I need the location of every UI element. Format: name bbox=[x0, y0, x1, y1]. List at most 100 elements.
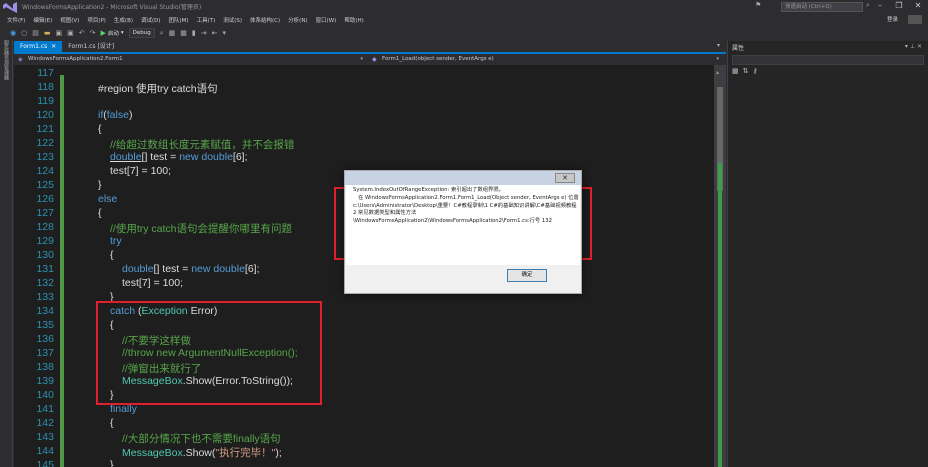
dialog-titlebar[interactable]: ✕ bbox=[345, 171, 581, 185]
undo-icon[interactable]: ↶ bbox=[79, 29, 85, 37]
sign-in-link[interactable]: 登录 bbox=[887, 15, 898, 23]
class-combo-value: WindowsFormsApplication2.Form1 bbox=[28, 56, 123, 62]
properties-title: 属性 bbox=[732, 45, 745, 52]
line-number: 140 bbox=[36, 389, 54, 401]
code-line[interactable]: 144 MessageBox.Show("执行完毕！"); bbox=[14, 445, 714, 459]
forward-icon[interactable]: ○ bbox=[21, 29, 27, 37]
uncomment-icon[interactable]: ▦ bbox=[180, 29, 187, 37]
menu-view[interactable]: 视图(V) bbox=[56, 16, 83, 24]
feedback-flag-icon[interactable]: ⚑ bbox=[755, 1, 761, 9]
menu-analyze[interactable]: 分析(N) bbox=[284, 16, 311, 24]
menu-window[interactable]: 窗口(W) bbox=[312, 16, 341, 24]
code-token: [] test = bbox=[141, 151, 180, 163]
menu-bar: 文件(F) 编辑(E) 视图(V) 项目(P) 生成(B) 调试(D) 团队(M… bbox=[0, 14, 928, 26]
line-number: 124 bbox=[36, 165, 54, 177]
line-number: 126 bbox=[36, 193, 54, 205]
start-debug-button[interactable]: ▶ 启动 ▾ bbox=[100, 29, 123, 37]
code-token: try bbox=[110, 235, 122, 247]
code-token: } bbox=[110, 459, 114, 467]
menu-test[interactable]: 测试(S) bbox=[219, 16, 246, 24]
code-text: } bbox=[98, 179, 102, 191]
menu-file[interactable]: 文件(F) bbox=[3, 16, 29, 24]
ok-button[interactable]: 确定 bbox=[507, 269, 547, 282]
line-number: 119 bbox=[37, 95, 54, 107]
line-number: 145 bbox=[36, 459, 54, 467]
menu-debug[interactable]: 调试(D) bbox=[137, 16, 165, 24]
indent-icon[interactable]: ⇥ bbox=[201, 29, 207, 37]
property-pages-icon[interactable]: ⚷ bbox=[753, 67, 758, 75]
code-line[interactable]: 143 //大部分情况下也不需要finally语句 bbox=[14, 431, 714, 445]
server-explorer-tab[interactable]: 服务器资源管理器 bbox=[3, 40, 10, 80]
pin-icon[interactable]: ⊥ bbox=[910, 43, 915, 50]
menu-help[interactable]: 帮助(H) bbox=[340, 16, 367, 24]
play-icon: ▶ bbox=[100, 29, 106, 37]
open-icon[interactable]: ▬ bbox=[44, 29, 51, 37]
chevron-down-icon[interactable]: ▾ bbox=[905, 43, 908, 50]
quick-launch-input[interactable]: 快速启动 (Ctrl+Q) bbox=[781, 2, 863, 12]
comment-icon[interactable]: ▦ bbox=[169, 29, 176, 37]
close-icon[interactable]: ✕ bbox=[51, 41, 56, 52]
back-icon[interactable]: ◉ bbox=[10, 29, 16, 37]
code-line[interactable]: 142 { bbox=[14, 417, 714, 431]
editor-scrollbar[interactable]: ▴ bbox=[714, 65, 726, 467]
chevron-down-icon: ▾ bbox=[716, 56, 719, 62]
close-button[interactable]: ✕ bbox=[908, 0, 928, 14]
save-all-icon[interactable]: ▣ bbox=[67, 29, 74, 37]
code-text: //给超过数组长度元素赋值，并不会报错 bbox=[110, 137, 294, 152]
scroll-up-icon[interactable]: ▴ bbox=[716, 69, 719, 76]
menu-build[interactable]: 生成(B) bbox=[110, 16, 137, 24]
code-line[interactable]: 145} bbox=[14, 459, 714, 467]
find-icon[interactable]: ⌕ bbox=[160, 29, 164, 38]
code-text: //使用try catch语句会提醒你哪里有问题 bbox=[110, 221, 292, 236]
toolbar-options-icon[interactable]: ▾ bbox=[223, 29, 227, 37]
code-line[interactable]: 141 finally bbox=[14, 403, 714, 417]
code-text: { bbox=[110, 417, 114, 429]
code-line[interactable]: 123 double[] test = new double[6]; bbox=[14, 151, 714, 165]
code-line[interactable]: 117 bbox=[14, 67, 714, 81]
properties-object-select[interactable] bbox=[732, 55, 924, 65]
tab-form1-design[interactable]: Form1.cs [设计] bbox=[62, 41, 120, 52]
code-token: "执行完毕！" bbox=[215, 447, 276, 459]
configuration-select[interactable]: Debug bbox=[128, 28, 155, 38]
tab-list-dropdown-icon[interactable]: ▾ bbox=[717, 42, 720, 49]
minimize-button[interactable]: – bbox=[870, 0, 890, 14]
close-icon[interactable]: ✕ bbox=[917, 43, 922, 50]
code-line[interactable]: 118 #region 使用try catch语句 bbox=[14, 81, 714, 95]
bookmark-icon[interactable]: ▮ bbox=[192, 29, 196, 37]
menu-architecture[interactable]: 体系结构(C) bbox=[246, 16, 284, 24]
line-number: 143 bbox=[36, 431, 54, 443]
member-combo[interactable]: ◆ Form1_Load(object sender, EventArgs e)… bbox=[370, 55, 722, 64]
redo-icon[interactable]: ↷ bbox=[90, 29, 96, 37]
restore-button[interactable]: ❐ bbox=[889, 0, 909, 14]
exception-message: System.IndexOutOfRangeException: 索引超出了数组… bbox=[353, 187, 579, 225]
code-token: #region 使用try catch语句 bbox=[98, 83, 218, 95]
code-text: #region 使用try catch语句 bbox=[98, 81, 218, 96]
code-token: ) bbox=[128, 109, 133, 121]
avatar[interactable] bbox=[908, 15, 922, 24]
alphabetical-icon[interactable]: ⇅ bbox=[743, 67, 749, 75]
code-line[interactable]: 121 { bbox=[14, 123, 714, 137]
menu-tools[interactable]: 工具(T) bbox=[193, 16, 220, 24]
code-text: { bbox=[98, 207, 102, 219]
method-icon: ◆ bbox=[372, 56, 377, 63]
menu-team[interactable]: 团队(M) bbox=[165, 16, 193, 24]
code-line[interactable]: 119 bbox=[14, 95, 714, 109]
categorized-icon[interactable]: ▦ bbox=[732, 67, 739, 75]
code-line[interactable]: 122 //给超过数组长度元素赋值，并不会报错 bbox=[14, 137, 714, 151]
line-number: 118 bbox=[37, 81, 54, 93]
outdent-icon[interactable]: ⇤ bbox=[212, 29, 218, 37]
code-token: { bbox=[98, 123, 102, 135]
line-number: 134 bbox=[36, 305, 54, 317]
code-text: if(false) bbox=[98, 109, 132, 121]
save-icon[interactable]: ▣ bbox=[55, 29, 62, 37]
new-project-icon[interactable]: ▤ bbox=[32, 29, 39, 37]
catch-block-highlight bbox=[96, 301, 322, 405]
menu-edit[interactable]: 编辑(E) bbox=[29, 16, 56, 24]
dialog-close-button[interactable]: ✕ bbox=[555, 173, 575, 183]
window-title: WindowsFormsApplication2 - Microsoft Vis… bbox=[22, 4, 202, 11]
class-combo[interactable]: ◈ WindowsFormsApplication2.Form1 ▾ bbox=[16, 55, 366, 64]
tab-form1-cs[interactable]: Form1.cs ✕ bbox=[14, 41, 63, 52]
scrollbar-change-marker bbox=[718, 163, 722, 467]
code-line[interactable]: 120 if(false) bbox=[14, 109, 714, 123]
menu-project[interactable]: 项目(P) bbox=[83, 16, 110, 24]
